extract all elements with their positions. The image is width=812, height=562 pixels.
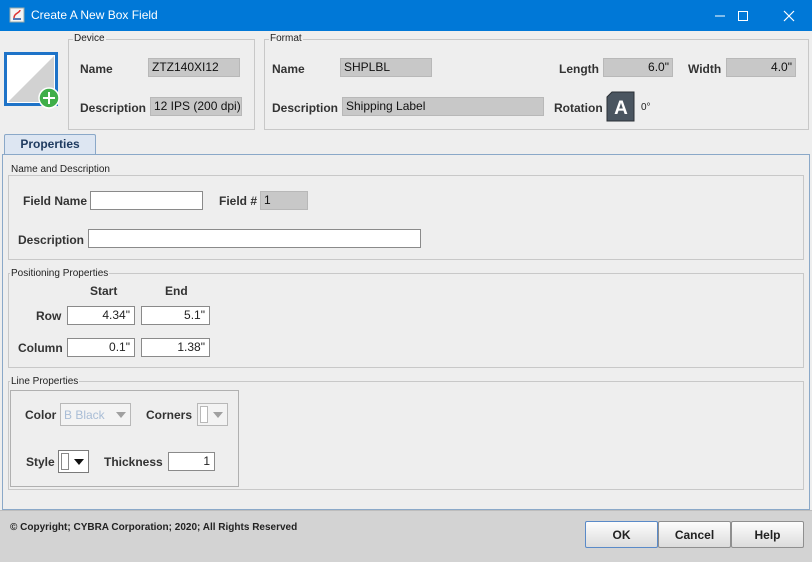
box-preview-icon (4, 52, 60, 109)
rotation-glyph: A (614, 98, 628, 119)
color-label: Color (25, 408, 57, 422)
device-description-field: 12 IPS (200 dpi) (150, 97, 242, 116)
field-number-field: 1 (260, 191, 308, 210)
cancel-button[interactable]: Cancel (658, 521, 731, 548)
format-rotation-label: Rotation (554, 101, 603, 115)
format-description-label: Description (272, 101, 339, 115)
format-width-label: Width (688, 62, 722, 76)
field-description-input[interactable] (88, 229, 421, 248)
close-icon (783, 10, 794, 21)
format-name-field: SHPLBL (340, 58, 432, 77)
format-length-field: 6.0" (603, 58, 673, 77)
window-title: Create A New Box Field (31, 8, 158, 22)
format-width-field: 4.0" (726, 58, 796, 77)
maximize-icon (737, 10, 748, 21)
field-number-label: Field # (219, 194, 258, 208)
device-name-field: ZTZ140XI12 (148, 58, 240, 77)
row-label: Row (36, 309, 62, 323)
copyright-text: © Copyright; CYBRA Corporation; 2020; Al… (10, 522, 298, 533)
close-button[interactable] (766, 0, 811, 31)
positioning-group-label: Positioning Properties (10, 268, 110, 279)
format-group (264, 39, 809, 130)
title-bar: Create A New Box Field (0, 0, 812, 31)
start-column-header: Start (90, 284, 118, 298)
row-start-input[interactable]: 4.34" (67, 306, 135, 325)
column-label: Column (18, 341, 63, 355)
name-description-group-label: Name and Description (10, 164, 111, 175)
chevron-down-icon (111, 404, 130, 425)
box-field-preview (4, 52, 60, 109)
column-start-input[interactable]: 0.1" (67, 338, 135, 357)
end-column-header: End (165, 284, 188, 298)
maximize-button[interactable] (720, 0, 765, 31)
color-dropdown[interactable]: B Black (60, 403, 131, 426)
format-length-label: Length (559, 62, 599, 76)
column-end-input[interactable]: 1.38" (141, 338, 210, 357)
device-group (68, 39, 255, 130)
corners-label: Corners (146, 408, 193, 422)
style-dropdown[interactable] (58, 450, 89, 473)
device-description-label: Description (80, 101, 147, 115)
ok-button[interactable]: OK (585, 521, 658, 548)
device-name-label: Name (80, 62, 113, 76)
row-end-input[interactable]: 5.1" (141, 306, 210, 325)
line-properties-group-label: Line Properties (10, 376, 80, 387)
chevron-down-icon (208, 404, 227, 425)
corners-dropdown-value (200, 406, 208, 423)
format-name-label: Name (272, 62, 305, 76)
java-app-icon (9, 7, 25, 23)
color-dropdown-value: B Black (64, 408, 105, 422)
rotation-icon: A (606, 91, 635, 122)
field-description-label: Description (18, 233, 85, 247)
device-group-label: Device (73, 33, 106, 44)
tab-properties[interactable]: Properties (4, 134, 96, 156)
style-label: Style (26, 455, 55, 469)
chevron-down-icon (69, 451, 88, 472)
help-button[interactable]: Help (731, 521, 804, 548)
thickness-label: Thickness (104, 455, 163, 469)
field-name-input[interactable] (90, 191, 203, 210)
rotation-value: 0° (641, 102, 651, 113)
style-dropdown-value (61, 453, 69, 470)
corners-dropdown[interactable] (197, 403, 228, 426)
thickness-input[interactable]: 1 (168, 452, 215, 471)
format-description-field: Shipping Label (342, 97, 544, 116)
field-name-label: Field Name (23, 194, 88, 208)
format-group-label: Format (269, 33, 303, 44)
